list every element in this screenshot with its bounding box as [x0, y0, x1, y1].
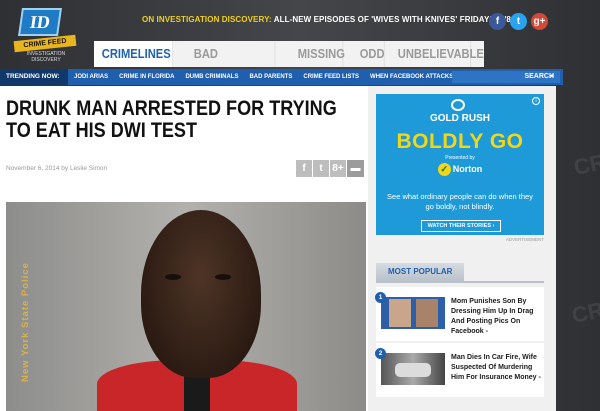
search-input[interactable]: SEARCH ⌕ — [452, 71, 560, 83]
promo-text: ALL-NEW EPISODES OF 'WIVES WITH KNIVES' … — [271, 15, 517, 24]
rank-badge: 1 — [375, 292, 386, 303]
photo-head — [141, 210, 261, 378]
google-plus-icon[interactable]: 8+ — [330, 160, 347, 177]
trending-item[interactable]: WHEN FACEBOOK ATTACKS — [370, 74, 453, 80]
sponsor-name: Norton — [452, 164, 483, 174]
story-title[interactable]: Man Dies In Car Fire, Wife Suspected Of … — [451, 353, 541, 383]
crime-feed-logo[interactable]: ID CRIME FEED INVESTIGATION DISCOVERY — [13, 4, 77, 63]
article-photo: New York State Police — [6, 202, 366, 411]
trending-item[interactable]: CRIME FEED LISTS — [303, 74, 359, 80]
channel-logo-icon — [451, 99, 465, 111]
ad-title: GOLD RUSH — [430, 113, 490, 124]
logo-subtitle: INVESTIGATION DISCOVERY — [26, 51, 66, 63]
search-icon[interactable]: ⌕ — [550, 71, 554, 83]
list-item[interactable]: 2 Man Dies In Car Fire, Wife Suspected O… — [375, 343, 544, 397]
id-logo-badge: ID — [18, 8, 62, 36]
advertisement[interactable]: i GOLD RUSH BOLDLY GO Presented by ✓ Nort… — [376, 94, 544, 235]
sidebar: i GOLD RUSH BOLDLY GO Presented by ✓ Nort… — [368, 86, 556, 411]
twitter-icon[interactable]: t — [313, 160, 330, 177]
norton-check-icon: ✓ — [437, 163, 451, 176]
ad-headline: BOLDLY GO — [396, 130, 524, 153]
trending-item[interactable]: BAD PARENTS — [249, 74, 292, 80]
background-watermark: CR — [569, 296, 600, 329]
main-nav: CRIMELINES BAD BEHAVIOR MISSING ODD UNBE… — [94, 41, 484, 87]
rank-badge: 2 — [375, 348, 386, 359]
ad-info-icon[interactable]: i — [532, 97, 540, 105]
nav-crimelines[interactable]: CRIMELINES — [94, 41, 174, 67]
share-bar: f t 8+ ▬ — [296, 160, 365, 177]
trending-item[interactable]: DUMB CRIMINALS — [185, 74, 238, 80]
nav-missing[interactable]: MISSING — [290, 41, 345, 67]
ad-sponsor: ✓ Norton — [376, 163, 544, 176]
thumb-face — [389, 299, 411, 327]
thumb-face — [416, 299, 438, 327]
nav-unbelievable[interactable]: UNBELIEVABLE — [390, 41, 484, 67]
twitter-icon[interactable]: t — [510, 13, 527, 30]
promo-highlight: ON INVESTIGATION DISCOVERY: — [142, 15, 272, 24]
trending-item[interactable]: JODI ARIAS — [74, 74, 108, 80]
photo-eye — [215, 274, 231, 280]
story-thumbnail — [381, 297, 445, 329]
photo-eye — [165, 274, 181, 280]
tab-most-popular[interactable]: MOST POPULAR — [376, 263, 464, 281]
google-plus-icon[interactable]: g+ — [531, 13, 548, 30]
promo-banner[interactable]: ON INVESTIGATION DISCOVERY: ALL-NEW EPIS… — [142, 15, 517, 24]
comment-icon[interactable]: ▬ — [347, 160, 365, 177]
ad-presented-by: Presented by — [445, 155, 475, 161]
facebook-icon[interactable]: f — [296, 160, 313, 177]
divider — [376, 281, 544, 283]
story-thumbnail — [381, 353, 445, 385]
article-headline: DRUNK MAN ARRESTED FOR TRYING TO EAT HIS… — [6, 97, 337, 142]
article: DRUNK MAN ARRESTED FOR TRYING TO EAT HIS… — [0, 86, 368, 411]
trending-bar: TRENDING NOW: JODI ARIAS CRIME IN FLORID… — [0, 69, 563, 85]
list-item[interactable]: 1 Mom Punishes Son By Dressing Him Up In… — [375, 287, 544, 341]
article-dateline: November 6, 2014 by Leslie Simon — [6, 165, 108, 172]
nav-odd[interactable]: ODD — [352, 41, 385, 67]
background-watermark: CR — [571, 148, 600, 181]
facebook-icon[interactable]: f — [489, 13, 506, 30]
ad-label: ADVERTISEMENT — [505, 237, 544, 242]
story-title[interactable]: Mom Punishes Son By Dressing Him Up In D… — [451, 297, 541, 337]
photo-watermark: New York State Police — [20, 262, 31, 382]
logo-banner: CRIME FEED — [13, 34, 77, 53]
trending-label: TRENDING NOW: — [0, 69, 68, 85]
ad-cta-button[interactable]: WATCH THEIR STORIES › — [421, 220, 501, 232]
site-header: ID CRIME FEED INVESTIGATION DISCOVERY ON… — [0, 0, 600, 87]
ad-copy: See what ordinary people can do when the… — [387, 192, 533, 211]
nav-bad-behavior[interactable]: BAD BEHAVIOR — [186, 41, 276, 87]
trending-item[interactable]: CRIME IN FLORIDA — [119, 74, 174, 80]
thumb-car — [395, 363, 431, 377]
